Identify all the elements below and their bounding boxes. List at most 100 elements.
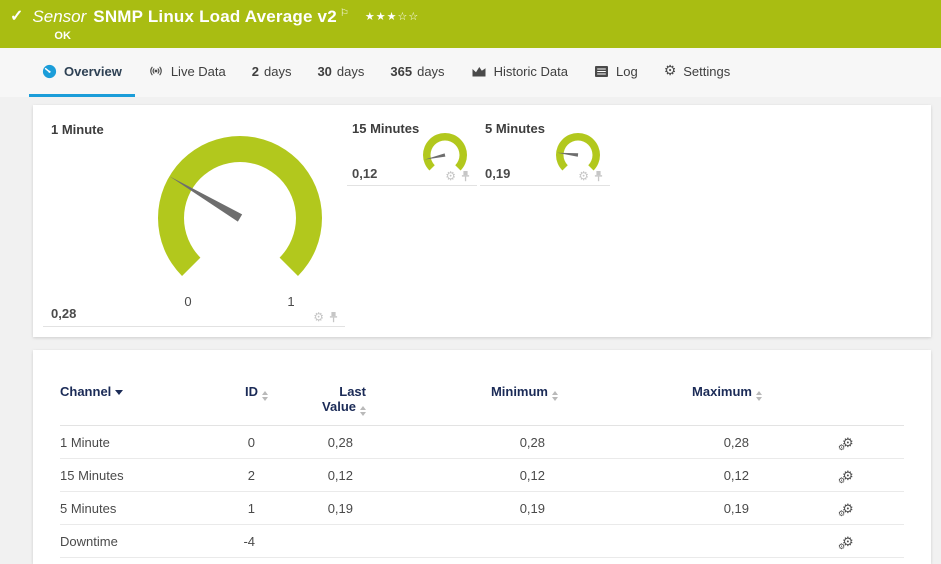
star-empty-icon: ☆ xyxy=(408,10,420,23)
channel-row-15-minutes[interactable]: 15 Minutes 2 0,12 0,12 0,12 ⚙ ⚙ xyxy=(60,459,904,492)
chart-icon xyxy=(471,64,487,78)
sensor-header: ✓ Sensor SNMP Linux Load Average v2 ⚐ ★★… xyxy=(0,0,941,48)
column-label: Maximum xyxy=(692,384,752,399)
gauge-card-actions: ⚙ xyxy=(578,170,604,182)
tab-number: 365 xyxy=(390,63,413,79)
tab-label: Historic Data xyxy=(493,63,568,79)
sensor-header-text: Sensor SNMP Linux Load Average v2 ⚐ ★★★☆… xyxy=(32,7,419,42)
channel-row-1-minute[interactable]: 1 Minute 0 0,28 0,28 0,28 ⚙ ⚙ xyxy=(60,426,904,459)
channel-settings-icon[interactable]: ⚙ ⚙ xyxy=(838,468,854,485)
gauge-title: 15 Minutes xyxy=(352,121,420,136)
tab-historic-data[interactable]: Historic Data xyxy=(458,48,581,97)
gauge-last-value: 0,19 xyxy=(485,166,511,181)
gear-icon[interactable]: ⚙ xyxy=(313,311,324,323)
svg-text:1: 1 xyxy=(287,294,294,309)
priority-rating[interactable]: ★★★☆☆ xyxy=(365,10,419,23)
tab-label: days xyxy=(263,63,292,79)
cell-last-value: 0,12 xyxy=(327,467,353,483)
gear-icon: ⚙ xyxy=(663,63,677,79)
pin-icon[interactable] xyxy=(460,170,471,182)
sensor-title-line: Sensor SNMP Linux Load Average v2 ⚐ ★★★☆… xyxy=(32,7,419,27)
gauge-card-actions: ⚙ xyxy=(313,311,339,323)
cell-id: 1 xyxy=(247,500,255,516)
live-icon xyxy=(148,64,164,78)
gear-icon[interactable]: ⚙ xyxy=(445,170,456,182)
tab-settings[interactable]: ⚙ Settings xyxy=(651,48,744,97)
gauge-title: 1 Minute xyxy=(51,122,104,137)
channel-settings-icon[interactable]: ⚙ ⚙ xyxy=(838,534,854,551)
page-title: SNMP Linux Load Average v2 xyxy=(93,7,337,26)
column-label: Channel xyxy=(60,384,112,399)
channel-settings-icon[interactable]: ⚙ ⚙ xyxy=(838,501,854,518)
tab-label: Overview xyxy=(64,63,122,79)
cell-minimum: 0,19 xyxy=(519,500,545,516)
cell-id: 0 xyxy=(247,434,255,450)
tab-365-days[interactable]: 365 days xyxy=(377,48,457,97)
gear-icon[interactable]: ⚙ xyxy=(578,170,589,182)
sort-icon xyxy=(360,406,366,416)
tab-label: Settings xyxy=(683,63,731,79)
gauge-card-5-minutes: 5 Minutes 0,19 ⚙ xyxy=(480,115,610,186)
tab-label: Log xyxy=(615,63,638,79)
gauges-panel: 1 Minute 0 1 0,28 ⚙ 15 Minutes 0,12 ⚙ 5 Minutes 0… xyxy=(33,105,931,337)
tab-number: 2 xyxy=(251,63,259,79)
cell-maximum: 0,12 xyxy=(723,467,749,483)
cell-last-value: 0,28 xyxy=(327,434,353,450)
cell-maximum: 0,19 xyxy=(723,500,749,516)
flag-icon[interactable]: ⚐ xyxy=(340,8,349,19)
channel-row-downtime[interactable]: Downtime -4 ⚙ ⚙ xyxy=(60,525,904,558)
column-header-id[interactable]: ID xyxy=(200,384,268,401)
channel-table: Channel ID Last Value Minimum Maximum 1 Minute… xyxy=(60,384,904,558)
star-filled-icon: ★ xyxy=(386,10,398,23)
content-area: 1 Minute 0 1 0,28 ⚙ 15 Minutes 0,12 ⚙ 5 Minutes 0… xyxy=(0,97,941,564)
gauge-card-15-minutes: 15 Minutes 0,12 ⚙ xyxy=(347,115,477,186)
gauge-last-value: 0,12 xyxy=(352,166,378,181)
channel-row-5-minutes[interactable]: 5 Minutes 1 0,19 0,19 0,19 ⚙ ⚙ xyxy=(60,492,904,525)
cell-settings: ⚙ ⚙ xyxy=(762,468,904,485)
tab-label: Live Data xyxy=(170,63,226,79)
sort-icon xyxy=(756,391,762,401)
tab-label: days xyxy=(417,63,445,79)
tab-number: 30 xyxy=(317,63,332,79)
cell-channel: 5 Minutes xyxy=(60,500,117,516)
gauge-last-value: 0,28 xyxy=(51,306,77,321)
star-filled-icon: ★ xyxy=(375,10,387,23)
tab-30-days[interactable]: 30 days xyxy=(304,48,377,97)
column-header-last_value[interactable]: Last Value xyxy=(268,384,366,416)
cell-settings: ⚙ ⚙ xyxy=(762,534,904,551)
tab-2-days[interactable]: 2 days xyxy=(239,48,305,97)
cell-channel: 1 Minute xyxy=(60,434,110,450)
gauge-card-1-minute: 1 Minute 0 1 0,28 ⚙ xyxy=(43,115,345,327)
channels-table-panel: Channel ID Last Value Minimum Maximum 1 Minute… xyxy=(33,350,931,564)
column-header-channel[interactable]: Channel xyxy=(60,384,200,399)
column-label: ID xyxy=(245,384,258,399)
pin-icon[interactable] xyxy=(328,311,339,323)
gauge-title: 5 Minutes xyxy=(485,121,545,136)
status-badge: OK xyxy=(54,30,71,42)
gauge-card-actions: ⚙ xyxy=(445,170,471,182)
tab-live-data[interactable]: Live Data xyxy=(135,48,239,97)
column-header-minimum[interactable]: Minimum xyxy=(366,384,558,401)
cell-id: -4 xyxy=(243,533,255,549)
cell-settings: ⚙ ⚙ xyxy=(762,501,904,518)
gauge-icon xyxy=(42,64,57,79)
column-header-maximum[interactable]: Maximum xyxy=(558,384,762,401)
star-filled-icon: ★ xyxy=(364,10,376,23)
cell-id: 2 xyxy=(247,467,255,483)
status-check-icon: ✓ xyxy=(10,8,24,25)
gauge-graphic: 01 xyxy=(135,118,345,323)
star-empty-icon: ☆ xyxy=(397,10,409,23)
cell-minimum: 0,28 xyxy=(519,434,545,450)
cell-last-value: 0,19 xyxy=(327,500,353,516)
cell-settings: ⚙ ⚙ xyxy=(762,435,904,452)
channel-settings-icon[interactable]: ⚙ ⚙ xyxy=(838,435,854,452)
tab-label: days xyxy=(336,63,365,79)
tab-overview[interactable]: Overview xyxy=(29,48,135,97)
pin-icon[interactable] xyxy=(593,170,604,182)
tab-log[interactable]: Log xyxy=(581,48,651,97)
cell-channel: Downtime xyxy=(60,533,118,549)
tab-bar: Overview Live Data 2 days 30 days 365 days Histo… xyxy=(0,48,941,97)
gauge-dial: 01 xyxy=(158,135,322,309)
table-header-row: Channel ID Last Value Minimum Maximum xyxy=(60,384,904,426)
sort-active-icon xyxy=(115,386,124,395)
